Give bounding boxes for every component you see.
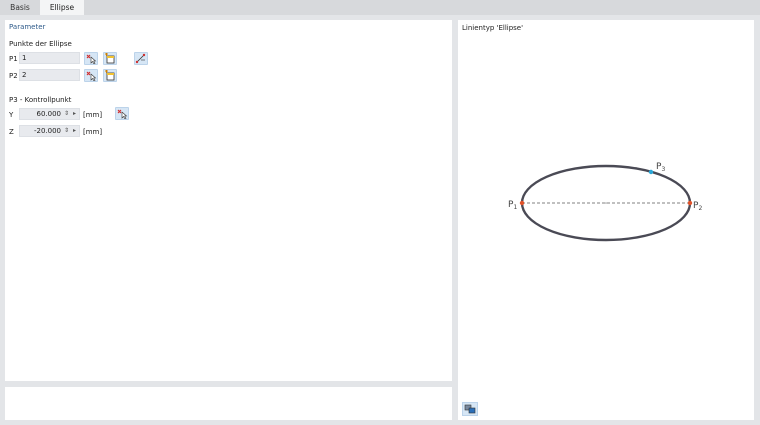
info-panel: [5, 387, 452, 420]
tab-bar: Basis Ellipse: [0, 0, 760, 15]
p3-diagram-label: P3: [656, 162, 665, 173]
p1-label: P1: [9, 55, 18, 63]
two-point-button[interactable]: [134, 52, 148, 65]
z-label: Z: [9, 128, 14, 136]
preview-panel: Linientyp 'Ellipse' P1 P2 P3: [458, 20, 754, 420]
p1-point: [519, 200, 525, 206]
pick-point-button[interactable]: [115, 107, 129, 120]
tab-basis[interactable]: Basis: [0, 0, 40, 15]
view-options-icon: [463, 404, 477, 417]
p1-node-field[interactable]: 1: [19, 52, 80, 64]
tab-ellipse[interactable]: Ellipse: [40, 0, 84, 15]
y-unit: [mm]: [83, 111, 103, 119]
parameters-panel: Parameter Punkte der Ellipse P1 1 P2 2 P…: [5, 20, 452, 381]
p2-new-node-button[interactable]: [103, 69, 117, 82]
view-options-button[interactable]: [462, 402, 478, 416]
p3-point: [648, 169, 654, 175]
pick-point-icon: [116, 108, 128, 119]
pick-node-icon: [85, 53, 97, 64]
p2-label: P2: [9, 72, 18, 80]
points-heading: Punkte der Ellipse: [9, 40, 72, 48]
p2-point: [687, 200, 693, 206]
z-spinner[interactable]: ⇕: [64, 125, 69, 137]
p1-pick-node-button[interactable]: [84, 52, 98, 65]
center-point: [605, 202, 607, 204]
y-coordinate-input[interactable]: 60.000: [19, 108, 80, 120]
y-arrow-icon[interactable]: ▸: [73, 108, 76, 120]
y-label: Y: [9, 111, 14, 119]
pick-node-icon: [85, 70, 97, 81]
two-point-icon: [135, 53, 147, 64]
parameters-section-title: Parameter: [9, 23, 46, 31]
p2-pick-node-button[interactable]: [84, 69, 98, 82]
y-spinner[interactable]: ⇕: [64, 108, 69, 120]
p1-new-node-button[interactable]: [103, 52, 117, 65]
p2-node-field[interactable]: 2: [19, 69, 80, 81]
new-node-icon: [104, 53, 116, 64]
z-arrow-icon[interactable]: ▸: [73, 125, 76, 137]
ellipse-diagram: P1 P2 P3: [508, 162, 702, 242]
p1-diagram-label: P1: [508, 200, 517, 211]
p2-diagram-label: P2: [693, 201, 702, 212]
control-point-heading: P3 - Kontrollpunkt: [9, 96, 72, 104]
z-coordinate-input[interactable]: -20.000: [19, 125, 80, 137]
z-unit: [mm]: [83, 128, 103, 136]
new-node-icon: [104, 70, 116, 81]
